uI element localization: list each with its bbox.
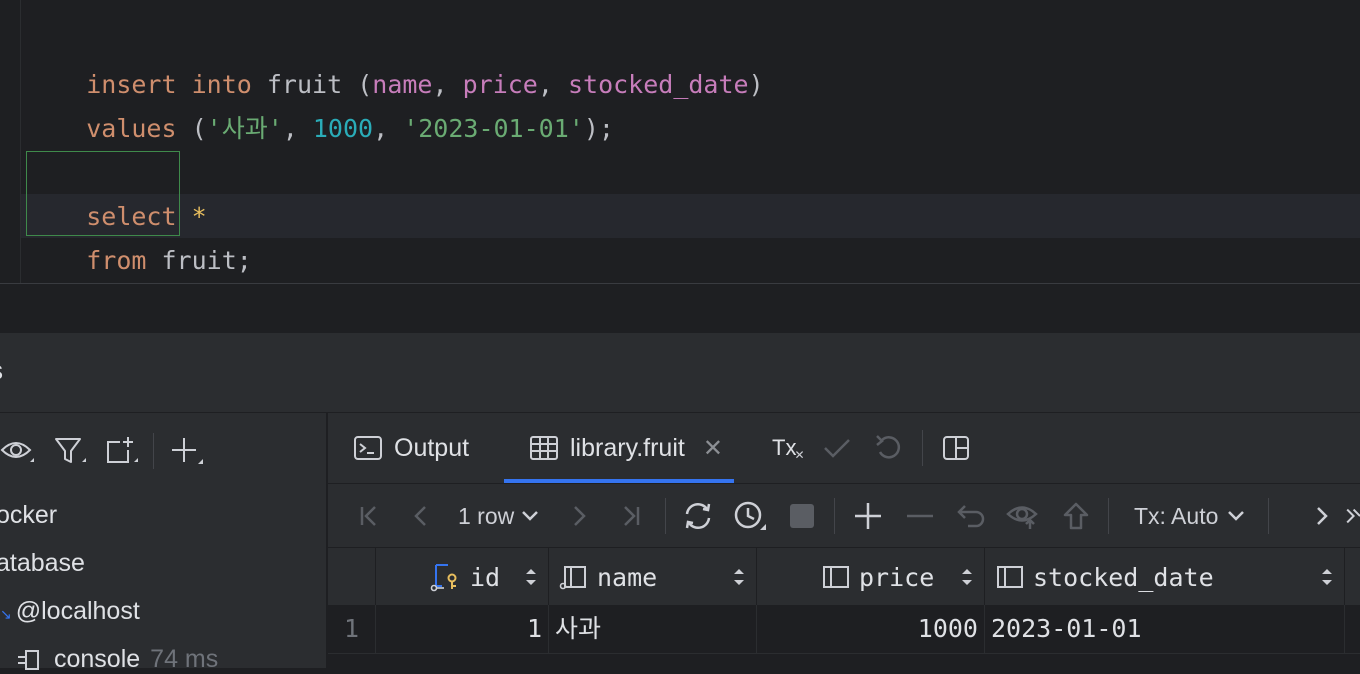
revert-icon[interactable] (954, 498, 990, 534)
column-label: name (597, 562, 658, 592)
grid-header: id name price stocked_date (328, 547, 1360, 606)
cell-price[interactable]: 1000 (757, 605, 985, 653)
connection-icon: ↘ (0, 606, 12, 622)
keyword: from (86, 246, 147, 275)
punctuation: ; (236, 246, 252, 275)
submit-icon[interactable] (1058, 498, 1094, 534)
string-literal: '2023-01-01' (403, 114, 584, 143)
row-count: 1 row (458, 502, 515, 529)
tx-button[interactable]: Tx ✕ (772, 413, 805, 483)
results-tabs-bar: Output library.fruit ✕ Tx ✕ (328, 413, 1360, 483)
results-grid: id name price stocked_date 1 1 사과 1000 2… (328, 547, 1360, 668)
keyword: values (86, 114, 177, 143)
punctuation: ( (191, 114, 207, 143)
filter-icon[interactable] (52, 433, 88, 469)
column-label: stocked_date (1033, 562, 1214, 592)
sort-icon[interactable] (960, 567, 974, 587)
first-page-icon[interactable] (354, 498, 384, 534)
results-toolbar: 1 row Tx: Auto (328, 483, 1360, 548)
eye-icon[interactable] (0, 433, 36, 469)
commit-icon[interactable] (822, 413, 852, 483)
punctuation: , (373, 114, 404, 143)
table-row[interactable]: 1 1 사과 1000 2023-01-01 (328, 605, 1360, 654)
primary-key-column-icon (430, 562, 462, 592)
row-number: 1 (328, 605, 376, 653)
punctuation: , (282, 114, 313, 143)
toolbar-separator (153, 433, 154, 469)
cell-stocked-date[interactable]: 2023-01-01 (985, 605, 1345, 653)
refresh-icon[interactable] (680, 498, 716, 534)
statement-selection-box (26, 151, 180, 236)
editor-tool-gap (0, 284, 1360, 332)
new-group-icon[interactable] (104, 433, 140, 469)
page-size-dropdown[interactable]: 1 row (458, 498, 540, 534)
services-tree-panel: ocker atabase ↘ @localhost console 74 ms (0, 413, 327, 673)
view-query-icon[interactable] (1006, 498, 1042, 534)
column-icon (559, 564, 589, 590)
code-line-2: values ('사과', 1000, '2023-01-01'); (26, 63, 614, 143)
layout-icon[interactable] (942, 413, 970, 483)
tab-label: Output (394, 433, 470, 462)
sort-icon[interactable] (524, 567, 538, 587)
more-icon[interactable] (1344, 498, 1360, 534)
sort-icon[interactable] (1320, 567, 1334, 587)
cell-id[interactable]: 1 (376, 605, 549, 653)
row-number-header (328, 548, 376, 606)
console-icon (16, 647, 46, 673)
column-icon (821, 564, 851, 590)
previous-page-icon[interactable] (406, 498, 436, 534)
last-page-icon[interactable] (616, 498, 646, 534)
close-icon[interactable]: ✕ (703, 434, 723, 463)
editor-gutter (20, 0, 21, 283)
toolbar-separator (922, 430, 923, 466)
sql-editor[interactable]: insert into fruit (name, price, stocked_… (0, 0, 1360, 283)
add-row-icon[interactable] (850, 498, 886, 534)
delete-row-icon[interactable] (902, 498, 938, 534)
execution-time: 74 ms (150, 645, 219, 673)
tree-item-label: console (54, 645, 141, 673)
terminal-icon (354, 436, 382, 460)
column-label: price (859, 562, 935, 592)
toolbar-separator (834, 498, 835, 534)
panel-divider (326, 413, 327, 668)
tab-library-fruit[interactable]: library.fruit ✕ (530, 413, 723, 483)
column-label: id (470, 562, 501, 592)
add-icon[interactable] (168, 433, 204, 469)
table-icon (530, 436, 558, 460)
toolbar-separator (665, 498, 666, 534)
punctuation: ) (748, 70, 764, 99)
code-line-1: insert into fruit (name, price, stocked_… (26, 19, 763, 99)
tx-label: Tx (772, 435, 797, 460)
tree-item-label: @localhost (15, 597, 140, 625)
tx-indicator-icon: ✕ (794, 448, 805, 462)
column-header-price[interactable]: price (757, 548, 985, 606)
toolbar-separator (1268, 498, 1269, 534)
sort-icon[interactable] (732, 567, 746, 587)
tx-mode-dropdown[interactable]: Tx: Auto (1134, 498, 1246, 534)
table-name: fruit (161, 246, 237, 275)
tree-item-localhost[interactable]: ↘ @localhost (0, 597, 140, 626)
tree-item-database[interactable]: atabase (0, 549, 85, 578)
tree-item-docker[interactable]: ocker (0, 501, 57, 530)
services-tool-window-header: s (0, 332, 1360, 413)
history-icon[interactable] (732, 498, 768, 534)
cell-name[interactable]: 사과 (549, 605, 757, 653)
rollback-icon[interactable] (874, 413, 904, 483)
tab-output[interactable]: Output (354, 413, 469, 483)
toolbar-separator (1108, 498, 1109, 534)
tree-item-console[interactable]: console 74 ms (16, 645, 218, 674)
tx-mode-label: Tx: Auto (1134, 502, 1219, 529)
tab-label: library.fruit (570, 433, 685, 462)
column-header-stocked-date[interactable]: stocked_date (985, 548, 1345, 606)
stop-icon[interactable] (788, 498, 816, 534)
punctuation: ); (583, 114, 614, 143)
column-header-id[interactable]: id (376, 548, 549, 606)
column-icon (995, 564, 1025, 590)
next-page-icon[interactable] (564, 498, 594, 534)
column-header-name[interactable]: name (549, 548, 757, 606)
chevron-right-icon[interactable] (1310, 498, 1334, 534)
tool-window-title: s (0, 355, 3, 386)
number-literal: 1000 (312, 114, 374, 143)
string-literal: '사과' (206, 114, 283, 143)
